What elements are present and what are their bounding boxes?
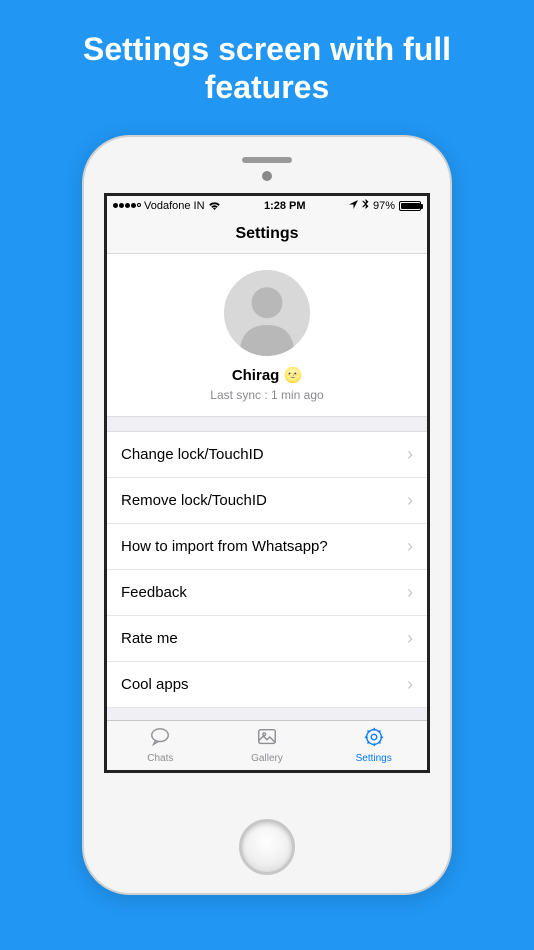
chevron-right-icon: › — [407, 628, 413, 649]
profile-name: Chirag 🌝 — [232, 366, 302, 384]
nav-bar: Settings — [107, 216, 427, 254]
settings-item-label: Cool apps — [121, 676, 189, 693]
status-bar: Vodafone IN 1:28 PM 97% — [107, 196, 427, 216]
settings-item-rate-me[interactable]: Rate me › — [107, 616, 427, 662]
settings-item-cool-apps[interactable]: Cool apps › — [107, 662, 427, 708]
settings-item-label: Change lock/TouchID — [121, 446, 264, 463]
chevron-right-icon: › — [407, 674, 413, 695]
settings-item-feedback[interactable]: Feedback › — [107, 570, 427, 616]
profile-section[interactable]: Chirag 🌝 Last sync : 1 min ago — [107, 254, 427, 417]
signal-strength-icon — [113, 203, 141, 208]
promo-title: Settings screen with full features — [83, 30, 451, 107]
page-title: Settings — [235, 225, 298, 243]
battery-percent: 97% — [373, 200, 395, 212]
carrier-label: Vodafone IN — [144, 200, 205, 212]
home-button[interactable] — [239, 819, 295, 875]
bluetooth-icon — [362, 199, 369, 213]
tab-label: Chats — [147, 753, 173, 764]
gallery-icon — [255, 726, 279, 751]
chevron-right-icon: › — [407, 444, 413, 465]
phone-screen: Vodafone IN 1:28 PM 97% Settings — [104, 193, 430, 773]
avatar[interactable] — [224, 270, 310, 356]
chevron-right-icon: › — [407, 582, 413, 603]
tab-label: Settings — [356, 753, 392, 764]
chevron-right-icon: › — [407, 490, 413, 511]
chat-icon — [148, 726, 172, 751]
settings-list: Change lock/TouchID › Remove lock/TouchI… — [107, 431, 427, 708]
settings-item-change-lock[interactable]: Change lock/TouchID › — [107, 432, 427, 478]
battery-icon — [399, 201, 421, 211]
settings-item-label: Remove lock/TouchID — [121, 492, 267, 509]
tab-gallery[interactable]: Gallery — [214, 721, 321, 770]
settings-item-label: Rate me — [121, 630, 178, 647]
promo-line1: Settings screen with full — [83, 31, 451, 67]
tab-bar: Chats Gallery — [107, 720, 427, 770]
tab-settings[interactable]: Settings — [320, 721, 427, 770]
settings-item-label: How to import from Whatsapp? — [121, 538, 328, 555]
chevron-right-icon: › — [407, 536, 413, 557]
settings-item-label: Feedback — [121, 584, 187, 601]
tab-chats[interactable]: Chats — [107, 721, 214, 770]
profile-last-sync: Last sync : 1 min ago — [210, 388, 323, 402]
status-left: Vodafone IN — [113, 200, 221, 212]
settings-item-import-whatsapp[interactable]: How to import from Whatsapp? › — [107, 524, 427, 570]
wifi-icon — [208, 201, 221, 211]
phone-camera — [262, 171, 272, 181]
settings-item-remove-lock[interactable]: Remove lock/TouchID › — [107, 478, 427, 524]
tab-label: Gallery — [251, 753, 283, 764]
phone-speaker — [242, 157, 292, 163]
gear-icon — [362, 726, 386, 751]
status-time: 1:28 PM — [264, 200, 306, 212]
promo-line2: features — [205, 69, 330, 105]
phone-frame: Vodafone IN 1:28 PM 97% Settings — [82, 135, 452, 895]
location-icon — [349, 200, 358, 212]
status-right: 97% — [349, 199, 421, 213]
settings-content: Chirag 🌝 Last sync : 1 min ago Change lo… — [107, 254, 427, 720]
